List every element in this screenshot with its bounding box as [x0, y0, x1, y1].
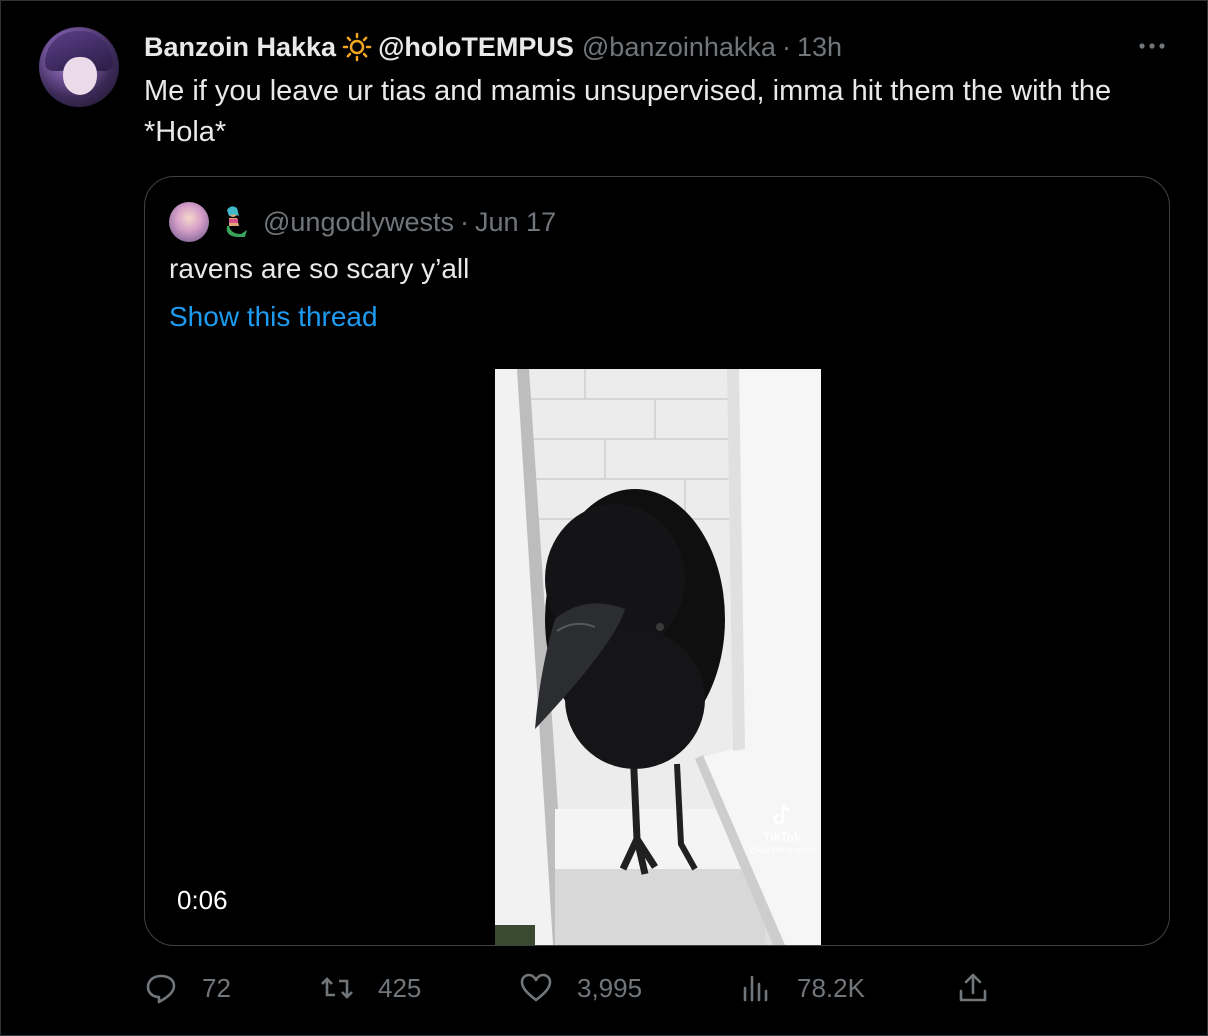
user-handle[interactable]: @banzoinhakka: [582, 32, 776, 63]
quoted-avatar[interactable]: [169, 202, 209, 242]
share-button[interactable]: [956, 971, 1014, 1005]
like-button[interactable]: 3,995: [519, 971, 642, 1005]
tweet-text: Me if you leave ur tias and mamis unsupe…: [144, 75, 1112, 148]
quoted-date[interactable]: Jun 17: [475, 207, 556, 238]
retweet-icon: [321, 977, 353, 999]
reply-count: 72: [202, 972, 231, 1003]
retweet-count: 425: [378, 972, 422, 1003]
quoted-text: ravens are so scary y’all: [169, 253, 470, 284]
avatar-face: [63, 57, 97, 95]
tiktok-user: @vantatheraven: [748, 845, 815, 855]
video-frame: [495, 369, 821, 945]
tiktok-icon: [773, 804, 790, 825]
video-duration: 0:06: [177, 885, 228, 915]
tiktok-watermark: TikTok @vantatheraven: [749, 803, 815, 857]
views-icon: [743, 975, 768, 1002]
timestamp[interactable]: 13h: [797, 32, 842, 63]
like-count: 3,995: [577, 972, 643, 1003]
views-button[interactable]: 78.2K: [739, 971, 865, 1005]
more-icon[interactable]: [1135, 37, 1169, 55]
display-name[interactable]: Banzoin Hakka: [144, 32, 336, 63]
share-icon: [959, 973, 987, 1002]
sun-icon: [342, 32, 372, 62]
tweet-card: Banzoin Hakka @holoTEMPUS @banzoinhakka …: [0, 0, 1208, 1036]
reply-button[interactable]: 72: [144, 971, 231, 1005]
quoted-tweet-header: @ungodlywests · Jun 17: [169, 201, 556, 243]
separator-dot: ·: [781, 31, 791, 62]
heart-icon: [520, 973, 552, 1002]
views-count: 78.2K: [797, 972, 865, 1003]
retweet-button[interactable]: 425: [320, 971, 421, 1005]
tiktok-brand: TikTok: [763, 830, 801, 844]
quoted-tweet[interactable]: @ungodlywests · Jun 17 ravens are so sca…: [144, 176, 1170, 946]
display-name-suffix[interactable]: @holoTEMPUS: [378, 32, 574, 63]
reply-icon: [146, 974, 176, 1004]
mermaid-icon: [226, 206, 247, 237]
show-thread-link[interactable]: Show this thread: [169, 301, 378, 333]
action-bar: 72 425 3,995 78.2K: [144, 971, 1184, 1015]
quoted-handle[interactable]: @ungodlywests: [263, 207, 454, 238]
avatar[interactable]: [39, 27, 119, 107]
video-player[interactable]: TikTok @vantatheraven: [495, 369, 821, 945]
quoted-separator: ·: [460, 206, 470, 237]
tweet-header: Banzoin Hakka @holoTEMPUS @banzoinhakka …: [144, 29, 842, 65]
